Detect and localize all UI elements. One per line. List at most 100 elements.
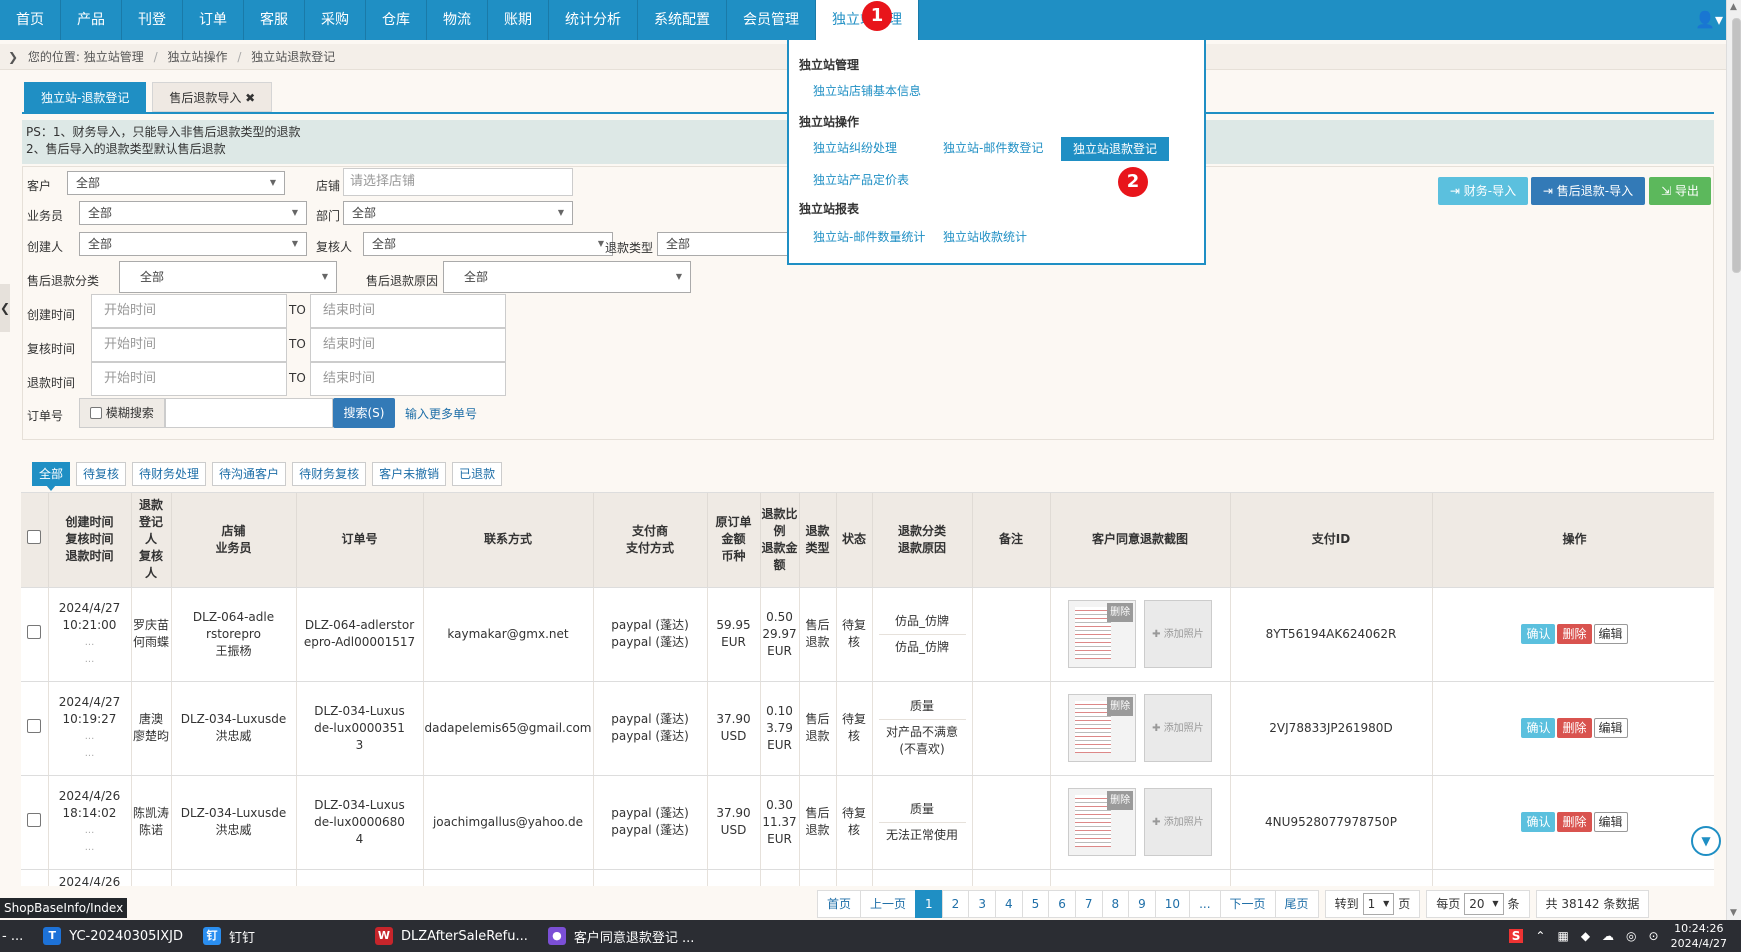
menu-pricing[interactable]: 独立站产品定价表 <box>813 171 909 188</box>
row-checkbox[interactable] <box>27 812 42 827</box>
nav-logistics[interactable]: 物流 <box>427 0 488 40</box>
tray-app-icon[interactable]: ▦ <box>1557 929 1568 943</box>
page-1[interactable]: 1 <box>915 890 943 918</box>
edit-button[interactable]: 编辑 <box>1593 718 1628 738</box>
screenshot-thumbnail[interactable]: 删除 <box>1068 600 1137 668</box>
breadcrumb-item[interactable]: 独立站退款登记 <box>251 50 335 64</box>
finance-import-button[interactable]: ⇥ 财务-导入 <box>1438 177 1528 205</box>
taskbar-start[interactable]: - ... <box>0 920 33 952</box>
refund-end-input[interactable]: 结束时间 <box>310 362 506 396</box>
order-input[interactable] <box>165 398 333 428</box>
delete-button[interactable]: 删除 <box>1557 624 1592 644</box>
aftersale-import-button[interactable]: ⇥ 售后退款-导入 <box>1531 177 1645 205</box>
nav-warehouse[interactable]: 仓库 <box>366 0 427 40</box>
screenshot-thumbnail[interactable]: 删除 <box>1068 788 1137 856</box>
nav-system[interactable]: 系统配置 <box>638 0 727 40</box>
scroll-up-icon[interactable]: ▲ <box>1730 2 1737 12</box>
row-select[interactable] <box>21 775 49 870</box>
menu-dispute[interactable]: 独立站纠纷处理 <box>813 139 897 156</box>
status-tab-finance-review[interactable]: 待财务复核 <box>292 462 367 486</box>
edit-button[interactable]: 编辑 <box>1593 624 1628 644</box>
reviewer-select[interactable]: 全部 <box>363 232 613 256</box>
menu-mail-register[interactable]: 独立站-邮件数登记 <box>943 139 1043 156</box>
nav-listing[interactable]: 刊登 <box>122 0 183 40</box>
search-button[interactable]: 搜索(S) <box>333 398 395 428</box>
tab-refund-register[interactable]: 独立站-退款登记 <box>24 82 147 112</box>
tray-app-icon[interactable]: ◎ <box>1626 929 1636 943</box>
confirm-button[interactable]: 确认 <box>1521 624 1556 644</box>
screenshot-thumbnail[interactable]: 删除 <box>1068 694 1137 762</box>
status-tab-pending-finance[interactable]: 待财务处理 <box>132 462 207 486</box>
status-tab-pending-contact[interactable]: 待沟通客户 <box>212 462 287 486</box>
row-select[interactable] <box>21 587 49 682</box>
nav-home[interactable]: 首页 <box>0 0 61 40</box>
create-end-input[interactable]: 结束时间 <box>310 294 506 328</box>
row-select[interactable] <box>21 869 49 886</box>
confirm-button[interactable]: 确认 <box>1521 812 1556 832</box>
tab-aftersale-import[interactable]: 售后退款导入 ✖ <box>152 82 273 112</box>
input-method-icon[interactable]: S <box>1508 929 1524 943</box>
select-all-checkbox[interactable] <box>27 530 42 545</box>
delete-button[interactable]: 删除 <box>1557 718 1592 738</box>
status-tab-all[interactable]: 全部 <box>32 462 71 491</box>
edit-button[interactable]: 编辑 <box>1593 812 1628 832</box>
nav-purchase[interactable]: 采购 <box>305 0 366 40</box>
page-3[interactable]: 3 <box>968 890 996 918</box>
row-checkbox[interactable] <box>27 718 42 733</box>
menu-shop-info[interactable]: 独立站店铺基本信息 <box>813 82 921 99</box>
refund-type-select[interactable]: 全部 <box>657 232 807 256</box>
status-tab-refunded[interactable]: 已退款 <box>452 462 503 486</box>
row-checkbox[interactable] <box>27 624 42 639</box>
aftersale-category-select[interactable]: 全部 <box>119 261 337 293</box>
fuzzy-checkbox[interactable] <box>90 407 102 419</box>
review-start-input[interactable]: 开始时间 <box>91 328 287 362</box>
salesman-select[interactable]: 全部 <box>79 201 307 225</box>
delete-image-button[interactable]: 删除 <box>1107 697 1134 716</box>
scroll-down-button[interactable]: ▼ <box>1691 826 1721 856</box>
page-4[interactable]: 4 <box>994 890 1023 918</box>
taskbar-item[interactable]: T YC-20240305IXJD <box>33 920 193 952</box>
delete-button[interactable]: 删除 <box>1557 812 1592 832</box>
scroll-down-icon[interactable]: ▼ <box>1730 908 1737 918</box>
menu-payment-stats[interactable]: 独立站收款统计 <box>943 228 1027 245</box>
nav-stats[interactable]: 统计分析 <box>549 0 638 40</box>
page-size-select[interactable]: 20 <box>1464 893 1504 915</box>
dept-select[interactable]: 全部 <box>343 201 573 225</box>
nav-service[interactable]: 客服 <box>244 0 305 40</box>
tray-app-icon[interactable]: ☁ <box>1602 929 1614 943</box>
header-select-all[interactable] <box>21 493 49 588</box>
delete-image-button[interactable]: 删除 <box>1107 791 1134 810</box>
goto-select[interactable]: 1 <box>1362 893 1395 915</box>
add-photo-button[interactable]: ✚ 添加照片 <box>1143 600 1212 668</box>
user-icon[interactable]: 👤▾ <box>1695 0 1723 40</box>
page-prev[interactable]: 上一页 <box>860 890 917 918</box>
nav-order[interactable]: 订单 <box>183 0 244 40</box>
more-orders-link[interactable]: 输入更多单号 <box>405 405 477 422</box>
tray-app-icon[interactable]: ⊙ <box>1649 929 1659 943</box>
page-6[interactable]: 6 <box>1048 890 1076 918</box>
taskbar-item[interactable]: W DLZAfterSaleRefu... <box>365 920 538 952</box>
creator-select[interactable]: 全部 <box>79 232 307 256</box>
refund-start-input[interactable]: 开始时间 <box>91 362 287 396</box>
page-last[interactable]: 尾页 <box>1274 890 1319 918</box>
create-start-input[interactable]: 开始时间 <box>91 294 287 328</box>
export-button[interactable]: ⇲ 导出 <box>1649 177 1711 205</box>
page-7[interactable]: 7 <box>1074 890 1103 918</box>
page-scrollbar[interactable]: ▲ ▼ <box>1726 0 1741 920</box>
review-end-input[interactable]: 结束时间 <box>310 328 506 362</box>
aftersale-reason-select[interactable]: 全部 <box>443 261 691 293</box>
scrollbar-thumb[interactable] <box>1732 18 1741 273</box>
taskbar-item[interactable]: ● 客户同意退款登记 ... <box>538 920 705 952</box>
nav-billing[interactable]: 账期 <box>488 0 549 40</box>
sidebar-toggle-icon[interactable]: ❮ <box>0 284 10 332</box>
clock[interactable]: 10:24:26 2024/4/27 <box>1671 921 1727 951</box>
add-photo-button[interactable]: ✚ 添加照片 <box>1143 694 1212 762</box>
page-next[interactable]: 下一页 <box>1219 890 1276 918</box>
menu-refund-register[interactable]: 独立站退款登记 <box>1061 137 1170 161</box>
nav-members[interactable]: 会员管理 <box>727 0 816 40</box>
status-tab-pending-review[interactable]: 待复核 <box>76 462 127 486</box>
fuzzy-search-toggle[interactable]: 模糊搜索 <box>79 398 165 428</box>
chevron-up-icon[interactable]: ⌃ <box>1535 929 1545 943</box>
page-10[interactable]: 10 <box>1154 890 1191 918</box>
row-select[interactable] <box>21 681 49 776</box>
